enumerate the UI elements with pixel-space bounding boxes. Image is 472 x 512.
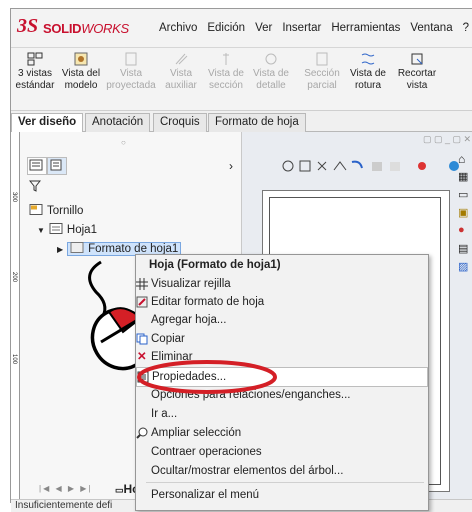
menu-ver[interactable]: Ver (250, 22, 277, 34)
menu-archivo[interactable]: Archivo (154, 22, 202, 34)
sheet-icon (49, 223, 63, 234)
solidworks-window: 3S SOLIDWORKS Archivo Edición Ver Insert… (10, 8, 472, 512)
crop-view-icon (411, 53, 423, 65)
logo-ds-mark: 3S (17, 15, 39, 37)
standard-3-views-button[interactable]: 3 vistas estándar (13, 52, 57, 92)
collapse-arrow-icon[interactable]: ▼ (37, 226, 45, 235)
highlight-annotation-ellipse (137, 360, 277, 394)
ctx-ampliar-seleccion[interactable]: Ampliar selección (136, 424, 426, 442)
copy-icon (136, 333, 148, 345)
model-view-icon (74, 52, 88, 66)
ctx-ocultar-mostrar[interactable]: Ocultar/mostrar elementos del árbol... (136, 462, 426, 480)
title-bar: 3S SOLIDWORKS Archivo Edición Ver Insert… (11, 9, 472, 48)
detail-view-button[interactable]: Vista de detalle (249, 52, 293, 92)
vruler-mark-200: 200 (11, 272, 17, 283)
vruler-mark-300: 300 (11, 192, 17, 203)
task-pane-tabs: ⌂ ▦ ▭ ▣ ● ▤ ▨ (458, 152, 472, 332)
partial-section-button[interactable]: Sección parcial (300, 52, 344, 92)
feature-tree-tab[interactable] (27, 157, 47, 175)
detail-view-icon (265, 53, 277, 65)
ctx-editar-formato[interactable]: Editar formato de hoja (136, 293, 426, 311)
tree-label-hoja1: Hoja1 (66, 224, 97, 236)
grid-icon (136, 278, 148, 290)
menu-bar: Archivo Edición Ver Insertar Herramienta… (154, 22, 472, 34)
vruler-mark-100: 100 (11, 354, 17, 365)
tab-formato-de-hoja[interactable]: Formato de hoja (208, 113, 306, 132)
property-manager-icon (50, 159, 62, 171)
tab-anotacion[interactable]: Anotación (85, 113, 151, 132)
partial-section-icon (316, 52, 328, 66)
menu-herramientas[interactable]: Herramientas (326, 22, 405, 34)
ctx-title: Hoja (Formato de hoja1) (149, 259, 281, 271)
feature-tree-icon (29, 159, 43, 171)
vertical-ruler: 300 200 100 (11, 132, 20, 499)
filter-icon[interactable] (28, 180, 42, 195)
heads-up-view-toolbar[interactable] (282, 158, 472, 174)
tab-ver-diseno[interactable]: Ver diseño (11, 113, 84, 133)
view-palette-icon[interactable]: ▣ (458, 206, 472, 224)
solidworks-logo[interactable]: 3S SOLIDWORKS (17, 15, 137, 40)
ctx-copiar[interactable]: Copiar (136, 330, 426, 348)
projected-view-icon (125, 52, 137, 66)
tree-item-hoja1[interactable]: ▼ Hoja1 (37, 223, 97, 236)
section-view-icon (223, 53, 229, 65)
expand-arrow-icon[interactable]: ▶ (57, 245, 63, 254)
home-icon[interactable]: ⌂ (458, 152, 472, 170)
ctx-personalizar-menu[interactable]: Personalizar el menú (136, 486, 426, 504)
break-view-icon (361, 53, 375, 65)
panel-expand-arrow[interactable]: › (229, 159, 233, 173)
zoom-selection-icon (136, 427, 148, 439)
sheet-nav-arrows[interactable]: |◀ ◀ ▶ ▶| (39, 484, 92, 493)
drawing-doc-icon (29, 204, 43, 215)
custom-properties-icon[interactable]: ▤ (458, 242, 472, 260)
forum-icon[interactable]: ▨ (458, 260, 472, 278)
break-view-button[interactable]: Vista de rotura (345, 52, 391, 92)
appearances-icon[interactable]: ● (458, 224, 472, 242)
model-view-button[interactable]: Vista del modelo (59, 52, 103, 92)
menu-ventana[interactable]: Ventana (405, 22, 457, 34)
standard-3-view-icon (27, 52, 43, 66)
sheet-format-icon (70, 242, 84, 253)
menu-edicion[interactable]: Edición (202, 22, 250, 34)
edit-sheet-format-icon (136, 296, 148, 308)
ctx-ir-a[interactable]: Ir a... (136, 405, 426, 423)
projected-view-button[interactable]: Vista proyectada (104, 52, 158, 92)
file-explorer-icon[interactable]: ▭ (458, 188, 472, 206)
sheet-tab-icon: ▭ (115, 485, 124, 495)
ctx-visualizar-rejilla[interactable]: Visualizar rejilla (136, 275, 426, 293)
property-manager-tab[interactable] (47, 157, 67, 175)
ctx-separator (146, 482, 424, 483)
context-menu: Hoja (Formato de hoja1) Visualizar rejil… (135, 254, 429, 511)
window-controls[interactable]: ▢ ▢ _ ▢ ✕ (244, 134, 471, 148)
ctx-agregar-hoja[interactable]: Agregar hoja... (136, 311, 426, 329)
panel-splitter-dot[interactable]: ○ (121, 138, 126, 147)
tree-item-tornillo[interactable]: Tornillo (29, 204, 83, 217)
command-tabs: Ver diseño Anotación Croquis Formato de … (11, 111, 472, 229)
logo-wordmark: SOLIDWORKS (43, 21, 129, 36)
tree-label-tornillo: Tornillo (47, 205, 84, 217)
menu-help[interactable]: ? (458, 22, 472, 34)
auxiliary-view-button[interactable]: Vista auxiliar (159, 52, 203, 92)
auxiliary-view-icon (175, 53, 188, 65)
command-manager: 3 vistas estándar Vista del modelo Vista pr… (11, 48, 472, 111)
section-view-button[interactable]: Vista de sección (204, 52, 248, 92)
tab-croquis[interactable]: Croquis (153, 113, 207, 132)
menu-insertar[interactable]: Insertar (277, 22, 326, 34)
ctx-contraer-operaciones[interactable]: Contraer operaciones (136, 443, 426, 461)
crop-view-button[interactable]: Recortar vista (394, 52, 440, 92)
design-library-icon[interactable]: ▦ (458, 170, 472, 188)
